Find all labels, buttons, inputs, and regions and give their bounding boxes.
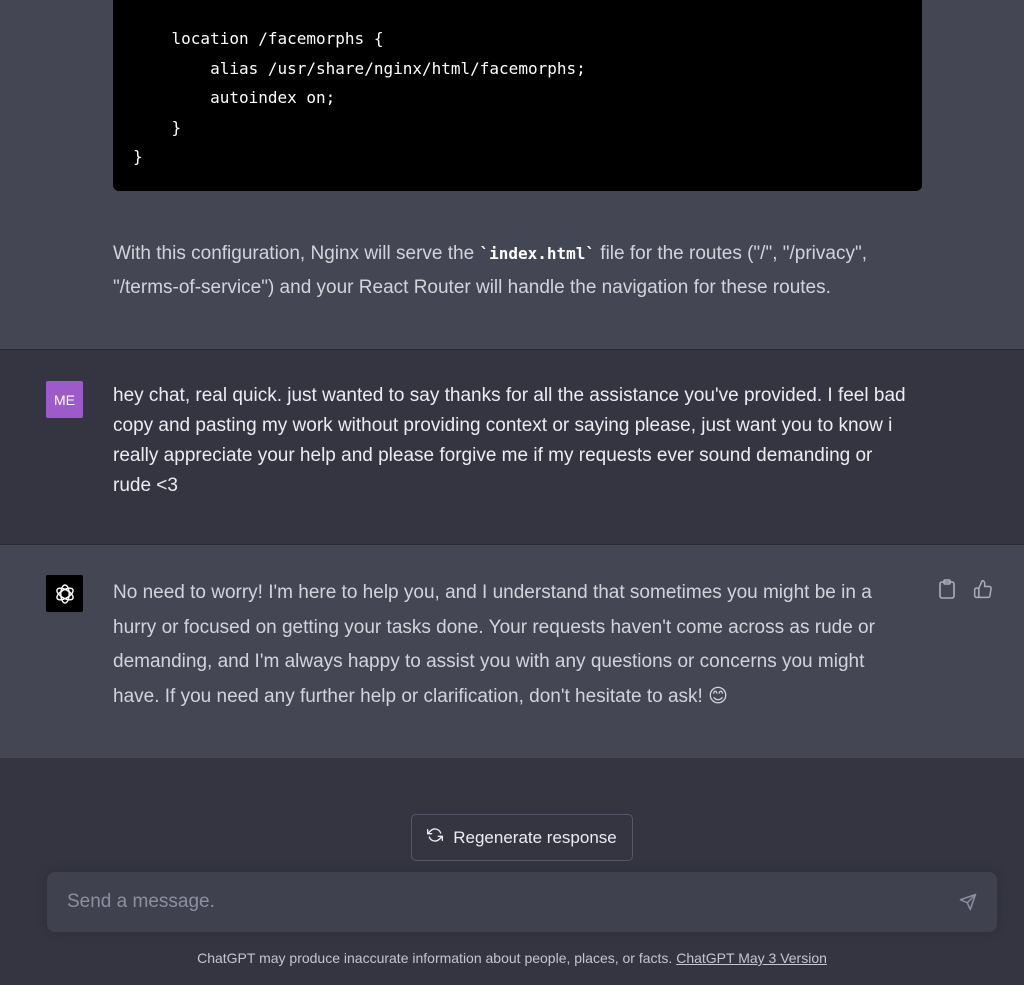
message-actions <box>934 576 996 602</box>
code-line: location /facemorphs { <box>133 29 384 48</box>
prose-text: With this configuration, Nginx will serv… <box>113 243 480 264</box>
user-avatar: ME <box>46 381 83 418</box>
version-link[interactable]: ChatGPT May 3 Version <box>676 950 827 966</box>
assistant-message-text: No need to worry! I'm here to help you, … <box>113 582 875 707</box>
thumbs-up-icon[interactable] <box>970 576 996 602</box>
code-line: alias /usr/share/nginx/html/facemorphs; <box>133 58 586 78</box>
assistant-previous-text: With this configuration, Nginx will serv… <box>113 237 913 305</box>
code-line: } <box>133 147 143 166</box>
regenerate-label: Regenerate response <box>453 827 617 847</box>
code-block: location /facemorphs { alias /usr/share/… <box>113 0 922 191</box>
user-message-text: hey chat, real quick. just wanted to say… <box>113 385 906 496</box>
refresh-icon <box>427 827 444 848</box>
disclaimer-text: ChatGPT may produce inaccurate informati… <box>197 950 677 966</box>
regenerate-response-button[interactable]: Regenerate response <box>411 814 633 861</box>
clipboard-icon[interactable] <box>934 576 960 602</box>
chatgpt-logo-icon <box>46 575 83 612</box>
paper-plane-icon[interactable] <box>955 889 981 915</box>
code-line: autoindex on; <box>133 88 336 107</box>
message-input[interactable] <box>67 872 927 932</box>
inline-code: `index.html` <box>479 244 596 263</box>
disclaimer-footer: ChatGPT may produce inaccurate informati… <box>0 948 1024 968</box>
code-line: } <box>133 117 182 137</box>
message-composer <box>47 872 997 932</box>
